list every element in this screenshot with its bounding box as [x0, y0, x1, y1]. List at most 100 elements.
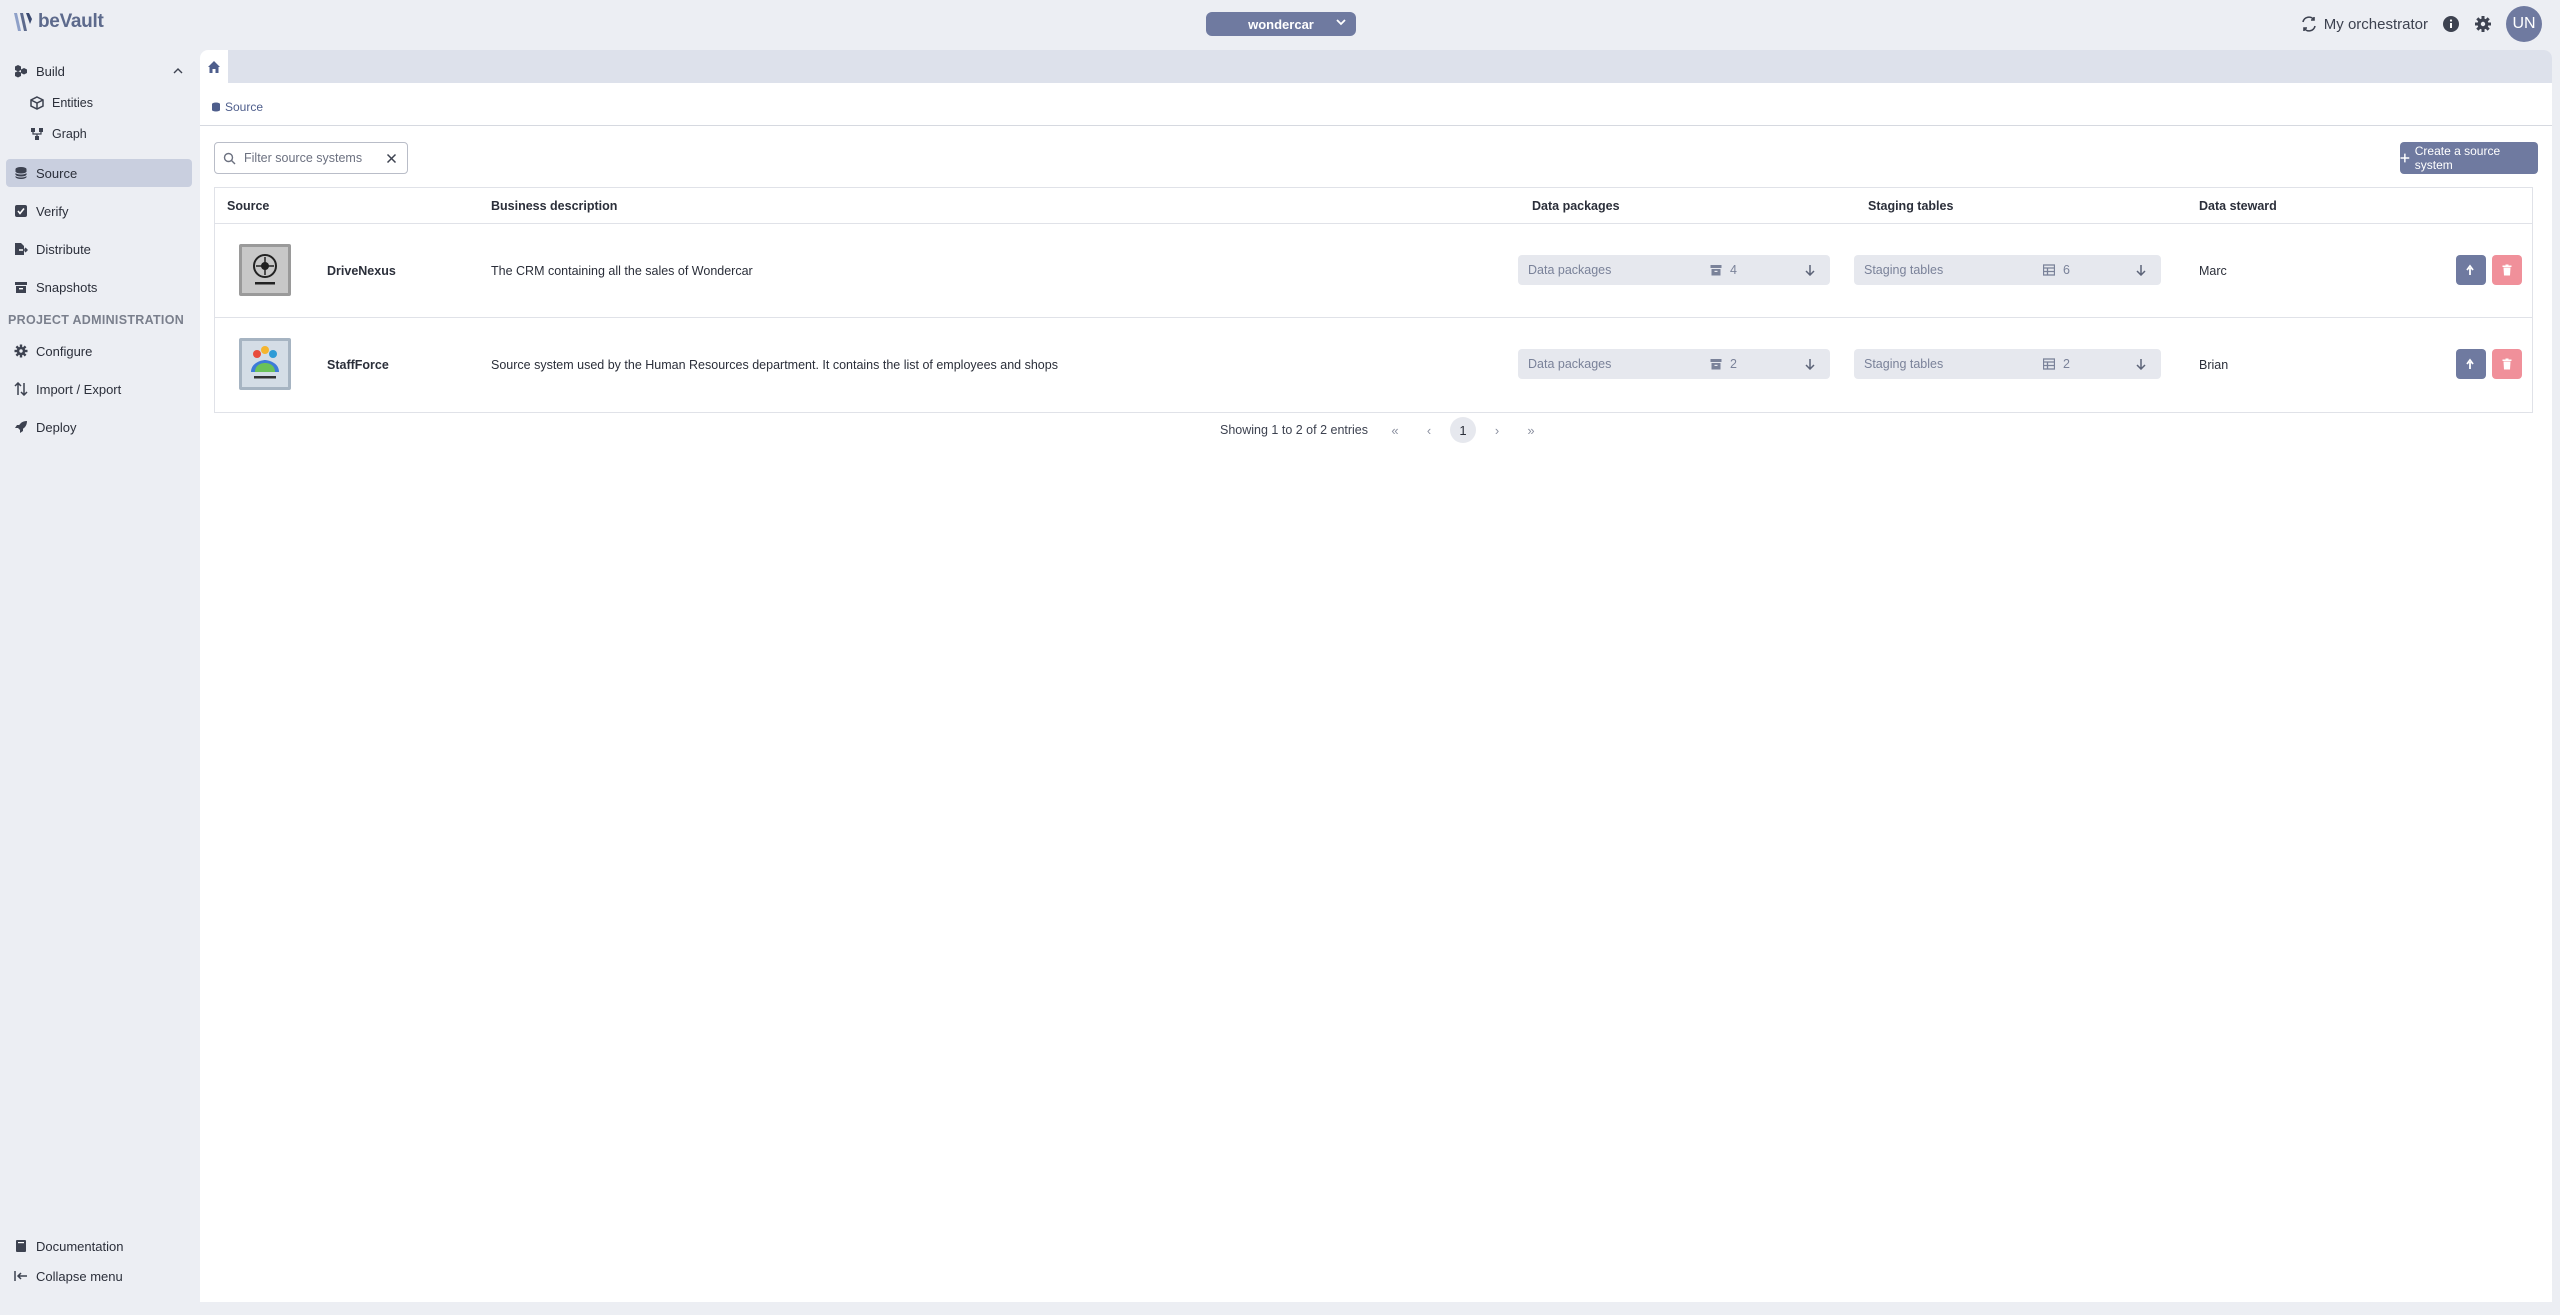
- orchestrator-label: My orchestrator: [2323, 15, 2428, 33]
- sidebar-item-label: Configure: [36, 343, 93, 359]
- sidebar-item-label: Snapshots: [36, 279, 98, 295]
- filter-field: [214, 142, 408, 174]
- header-actions: My orchestrator UN: [2300, 6, 2542, 42]
- delete-button[interactable]: [2492, 349, 2522, 379]
- sidebar-item-deploy[interactable]: Deploy: [6, 413, 192, 441]
- sidebar-item-configure[interactable]: Configure: [6, 337, 192, 365]
- staging-tables-count: 2: [2043, 357, 2070, 371]
- sidebar-item-build[interactable]: Build: [6, 57, 192, 85]
- app-name: beVault: [38, 11, 104, 32]
- staging-tables-count-value: 2: [2063, 357, 2070, 371]
- source-name[interactable]: StaffForce: [327, 358, 389, 372]
- sidebar-item-label: Entities: [52, 96, 93, 110]
- business-description: Source system used by the Human Resource…: [491, 358, 1058, 372]
- sidebar-item-collapse-menu[interactable]: Collapse menu: [6, 1262, 192, 1290]
- database-icon: [15, 167, 27, 179]
- sidebar-item-documentation[interactable]: Documentation: [6, 1232, 192, 1260]
- app-logo[interactable]: beVault: [12, 10, 104, 34]
- source-name[interactable]: DriveNexus: [327, 264, 396, 278]
- trash-icon: [2502, 358, 2512, 370]
- file-export-icon: [15, 243, 28, 255]
- sidebar-item-source[interactable]: Source: [6, 159, 192, 187]
- arrow-down-icon: [2136, 359, 2146, 370]
- column-header-source[interactable]: Source: [227, 199, 269, 213]
- table-row[interactable]: StaffForce Source system used by the Hum…: [215, 318, 2532, 412]
- arrow-down-icon: [1805, 359, 1815, 370]
- sidebar-item-distribute[interactable]: Distribute: [6, 235, 192, 263]
- staging-tables-count-value: 6: [2063, 263, 2070, 277]
- table-icon: [2043, 264, 2055, 276]
- search-icon: [223, 152, 236, 164]
- create-source-system-button[interactable]: Create a source system: [2400, 142, 2538, 174]
- sidebar-item-import-export[interactable]: Import / Export: [6, 375, 192, 403]
- cube-icon: [30, 96, 44, 110]
- rocket-icon: [15, 421, 27, 433]
- clear-icon[interactable]: [386, 153, 397, 164]
- data-packages-dropdown[interactable]: Data packages 2: [1518, 349, 1830, 379]
- drivenexus-logo-icon: [239, 244, 291, 296]
- archive-icon: [15, 282, 27, 293]
- table-header: Source Business description Data package…: [215, 188, 2532, 224]
- gear-icon: [14, 344, 28, 358]
- cubes-icon: [15, 65, 27, 78]
- trash-icon: [2502, 264, 2512, 276]
- check-square-icon: [15, 205, 27, 217]
- plus-icon: [2400, 153, 2410, 163]
- source-logo: [239, 338, 291, 390]
- first-page-button[interactable]: «: [1378, 423, 1412, 438]
- edit-button[interactable]: [2456, 349, 2486, 379]
- filter-input[interactable]: [244, 151, 380, 165]
- data-packages-dropdown[interactable]: Data packages 4: [1518, 255, 1830, 285]
- staffforce-logo-icon: [239, 338, 291, 390]
- database-icon: [212, 102, 220, 112]
- project-name: wondercar: [1248, 16, 1314, 32]
- settings-gear-icon[interactable]: [2474, 15, 2492, 33]
- staging-tables-dropdown[interactable]: Staging tables 2: [1854, 349, 2161, 379]
- staging-tables-label: Staging tables: [1864, 263, 1944, 277]
- pagination: Showing 1 to 2 of 2 entries « ‹ 1 › »: [1220, 417, 1548, 443]
- tab-bar: [200, 50, 2552, 83]
- data-steward: Brian: [2199, 358, 2229, 372]
- column-header-data-packages[interactable]: Data packages: [1532, 199, 1620, 213]
- arrows-up-down-icon: [14, 382, 28, 396]
- tab-home[interactable]: [200, 50, 228, 83]
- arrow-down-icon: [1805, 265, 1815, 276]
- section-title-project-administration: PROJECT ADMINISTRATION: [8, 313, 185, 327]
- sync-icon: [2302, 16, 2316, 32]
- create-source-system-label: Create a source system: [2414, 144, 2501, 172]
- column-header-business-description[interactable]: Business description: [491, 199, 617, 213]
- info-icon[interactable]: [2442, 15, 2460, 33]
- chevron-up-icon[interactable]: [172, 65, 184, 77]
- divider: [200, 125, 2552, 126]
- staging-tables-count: 6: [2043, 263, 2070, 277]
- source-systems-table: Source Business description Data package…: [214, 187, 2533, 413]
- edit-button[interactable]: [2456, 255, 2486, 285]
- table-row[interactable]: DriveNexus The CRM containing all the sa…: [215, 224, 2532, 318]
- top-bar: beVault wondercar My orchestrator UN: [0, 0, 2560, 50]
- home-icon: [208, 60, 220, 73]
- source-logo: [239, 244, 291, 296]
- pagination-info: Showing 1 to 2 of 2 entries: [1220, 423, 1369, 437]
- page-1-button[interactable]: 1: [1450, 417, 1477, 443]
- main-panel: Source Create a source system Source Bus…: [200, 50, 2552, 1302]
- book-icon: [16, 1240, 26, 1252]
- sidebar-item-entities[interactable]: Entities: [26, 89, 192, 117]
- orchestrator-link[interactable]: My orchestrator: [2300, 15, 2428, 33]
- archive-icon: [1710, 359, 1722, 370]
- breadcrumb-current[interactable]: Source: [225, 100, 263, 114]
- user-avatar[interactable]: UN: [2506, 6, 2542, 42]
- sidebar-item-snapshots[interactable]: Snapshots: [6, 273, 192, 301]
- next-page-button[interactable]: ›: [1480, 423, 1514, 438]
- collapse-left-icon: [14, 1271, 27, 1281]
- staging-tables-dropdown[interactable]: Staging tables 6: [1854, 255, 2161, 285]
- sidebar-item-label: Source: [36, 165, 78, 181]
- previous-page-button[interactable]: ‹: [1412, 423, 1446, 438]
- last-page-button[interactable]: »: [1514, 423, 1548, 438]
- sidebar-item-verify[interactable]: Verify: [6, 197, 192, 225]
- column-header-data-steward[interactable]: Data steward: [2199, 199, 2277, 213]
- project-selector[interactable]: wondercar: [1206, 12, 1356, 36]
- delete-button[interactable]: [2492, 255, 2522, 285]
- sidebar-item-label: Graph: [52, 127, 87, 141]
- sidebar-item-graph[interactable]: Graph: [26, 120, 192, 148]
- column-header-staging-tables[interactable]: Staging tables: [1868, 199, 1953, 213]
